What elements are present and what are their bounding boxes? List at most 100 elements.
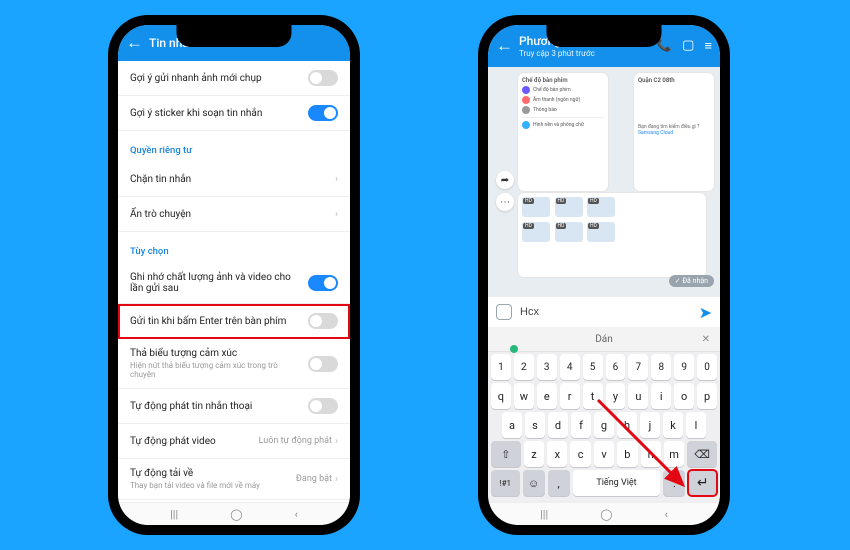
toggle-enter-send[interactable] [308,313,338,329]
suggestion-text[interactable]: Dán [595,334,613,345]
chat-input[interactable] [518,305,693,319]
comma-key[interactable]: , [548,470,570,496]
media-thumb[interactable] [555,197,583,217]
toggle-remember-quality[interactable] [308,275,338,291]
key-j[interactable]: j [640,412,660,438]
space-key[interactable]: Tiếng Việt [573,470,661,496]
key-b[interactable]: b [617,441,637,467]
toggle-suggest-photos[interactable] [308,70,338,86]
key-6[interactable]: 6 [606,354,626,380]
card-title: Quận C2 08th [638,77,710,84]
shared-card-right[interactable]: Quận C2 08th Bạn đang tìm kiếm điều gì ?… [634,73,714,191]
nav-recents-icon[interactable]: ||| [170,508,178,521]
phone-notch [547,25,662,47]
receipt-badge: ✓ Đã nhận [669,275,714,287]
more-button[interactable]: ⋯ [496,193,514,211]
enter-key[interactable]: ↵ [688,470,717,496]
share-button[interactable]: ➦ [496,171,514,189]
media-thumb[interactable] [587,222,615,242]
nav-home-icon[interactable]: ◯ [230,508,242,521]
row-remember-quality[interactable]: Ghi nhớ chất lượng ảnh và video cho lần … [118,263,350,304]
send-icon[interactable]: ➤ [699,303,712,322]
key-0[interactable]: 0 [697,354,717,380]
key-2[interactable]: 2 [514,354,534,380]
keyboard-row-1: qwertyuiop [491,383,717,409]
key-o[interactable]: o [674,383,694,409]
row-label: Ghi nhớ chất lượng ảnh và video cho lần … [130,272,308,294]
key-v[interactable]: v [594,441,614,467]
key-4[interactable]: 4 [560,354,580,380]
nav-recents-icon[interactable]: ||| [540,508,548,521]
media-thumb[interactable] [522,197,550,217]
chat-body: Chế độ bàn phím Chế độ bàn phím Âm thanh… [488,67,720,296]
row-label: Thả biểu tượng cảm xúc [130,348,300,359]
row-enter-send[interactable]: Gửi tin khi bấm Enter trên bàn phím [118,304,350,339]
key-a[interactable]: a [502,412,522,438]
key-r[interactable]: r [560,383,580,409]
key-5[interactable]: 5 [583,354,603,380]
row-drop-emoji[interactable]: Thả biểu tượng cảm xúc Hiện nút thả biểu… [118,339,350,389]
android-navbar: ||| ◯ ‹ [118,502,350,525]
sticker-icon[interactable] [496,304,512,320]
key-c[interactable]: c [570,441,590,467]
key-e[interactable]: e [537,383,557,409]
toggle-drop-emoji[interactable] [308,356,338,372]
shared-card-settings[interactable]: Chế độ bàn phím Chế độ bàn phím Âm thanh… [518,73,608,191]
row-hide[interactable]: Ẩn trò chuyện › [118,197,350,232]
key-8[interactable]: 8 [651,354,671,380]
row-autoplay-video[interactable]: Tự động phát video Luôn tự động phát › [118,424,350,459]
shift-key[interactable]: ⇧ [491,441,521,467]
key-h[interactable]: h [617,412,637,438]
key-d[interactable]: d [548,412,568,438]
key-z[interactable]: z [524,441,544,467]
key-1[interactable]: 1 [491,354,511,380]
row-block[interactable]: Chặn tin nhắn › [118,162,350,197]
suggestion-dot-icon [510,345,518,353]
row-label: Tự động tải về [130,468,288,479]
back-icon[interactable]: ← [496,36,513,56]
backspace-key[interactable]: ⌫ [687,441,717,467]
key-f[interactable]: f [571,412,591,438]
toggle-suggest-sticker[interactable] [308,105,338,121]
key-n[interactable]: n [641,441,661,467]
row-value: Đang bật [296,474,332,484]
key-7[interactable]: 7 [628,354,648,380]
media-thumb[interactable] [522,222,550,242]
key-i[interactable]: i [651,383,671,409]
menu-icon[interactable]: ≡ [704,38,712,54]
key-k[interactable]: k [663,412,683,438]
emoji-key[interactable]: ☺ [523,470,545,496]
key-y[interactable]: y [606,383,626,409]
media-grid[interactable] [518,193,706,277]
row-suggest-photos[interactable]: Gợi ý gửi nhanh ảnh mới chụp [118,61,350,96]
toggle-autoplay-voice[interactable] [308,398,338,414]
key-s[interactable]: s [525,412,545,438]
back-icon[interactable]: ← [126,33,143,53]
key-m[interactable]: m [664,441,684,467]
key-u[interactable]: u [628,383,648,409]
row-autoplay-voice[interactable]: Tự động phát tin nhắn thoại [118,389,350,424]
key-t[interactable]: t [583,383,603,409]
key-9[interactable]: 9 [674,354,694,380]
nav-back-icon[interactable]: ‹ [295,508,298,521]
row-suggest-sticker[interactable]: Gợi ý sticker khi soạn tin nhắn [118,96,350,131]
key-l[interactable]: l [686,412,706,438]
key-q[interactable]: q [491,383,511,409]
nav-back-icon[interactable]: ‹ [665,508,668,521]
close-icon[interactable]: ✕ [702,334,710,345]
key-p[interactable]: p [697,383,717,409]
media-thumb[interactable] [587,197,615,217]
video-icon[interactable]: ▢ [682,38,694,54]
key-x[interactable]: x [547,441,567,467]
symbols-key[interactable]: !#1 [491,470,520,496]
period-key[interactable]: . [663,470,685,496]
media-thumb[interactable] [555,222,583,242]
row-label: Ẩn trò chuyện [130,209,335,220]
key-w[interactable]: w [514,383,534,409]
row-autodl[interactable]: Tự động tải về Thay bạn tải video và fil… [118,459,350,500]
phone-notch [177,25,292,47]
settings-list: Gợi ý gửi nhanh ảnh mới chụp Gợi ý stick… [118,61,350,502]
nav-home-icon[interactable]: ◯ [600,508,612,521]
key-g[interactable]: g [594,412,614,438]
key-3[interactable]: 3 [537,354,557,380]
